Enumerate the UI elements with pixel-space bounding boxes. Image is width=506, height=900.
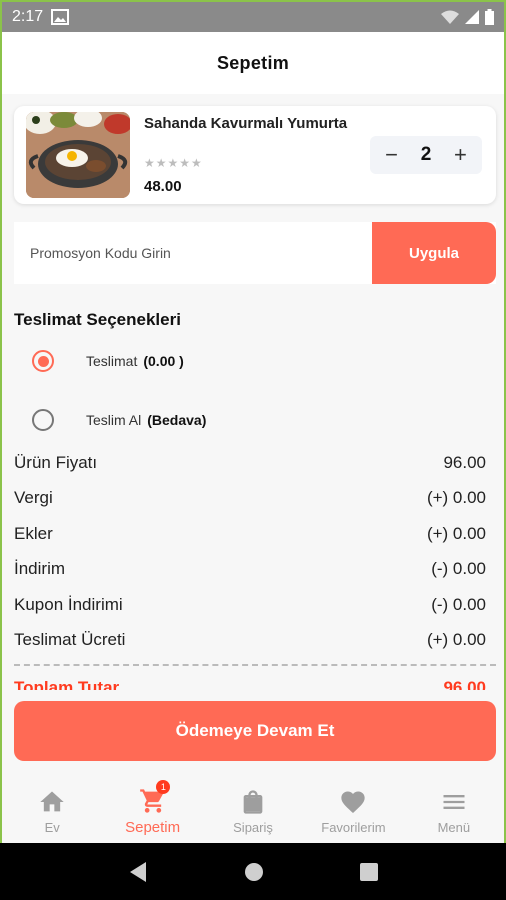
system-navigation-bar: [0, 843, 506, 900]
summary-label: Kupon İndirimi: [14, 595, 123, 614]
delivery-option-pickup[interactable]: Teslim Al (Bedava): [32, 409, 206, 431]
menu-icon: [443, 795, 465, 809]
radio-unselected-icon[interactable]: [32, 409, 54, 431]
summary-value: 96.00: [443, 453, 486, 472]
summary-row-tax: Vergi (+) 0.00: [14, 488, 486, 508]
summary-divider: [14, 664, 496, 666]
delivery-options-title: Teslimat Seçenekleri: [14, 310, 181, 329]
image-notification-icon: [51, 9, 70, 25]
checkout-button[interactable]: Ödemeye Devam Et: [14, 701, 496, 761]
promo-code-input[interactable]: [14, 222, 374, 284]
nav-label: Sipariş: [233, 820, 273, 835]
rating-stars: ★★★★★: [144, 156, 203, 170]
nav-item-cart[interactable]: 1 Sepetim: [102, 778, 202, 843]
nav-label: Menü: [437, 820, 471, 835]
wifi-icon: [441, 10, 459, 24]
quantity-stepper: − 2 +: [370, 136, 482, 174]
summary-value: (+) 0.00: [426, 630, 486, 649]
summary-row-delivery-fee: Teslimat Ücreti (+) 0.00: [14, 630, 486, 650]
delivery-option-detail: (Bedava): [147, 412, 207, 428]
summary-label: Vergi: [14, 488, 53, 507]
summary-value: (+) 0.00: [426, 524, 486, 543]
summary-row-product-price: Ürün Fiyatı 96.00: [14, 453, 486, 473]
total-row: Toplam Tutar 96.00: [14, 680, 486, 690]
nav-item-orders[interactable]: Sipariş: [203, 778, 303, 843]
bottom-navigation: Ev 1 Sepetim Sipariş Favorilerim Menü: [2, 778, 504, 843]
cart-badge: 1: [156, 780, 171, 794]
summary-row-discount: İndirim (-) 0.00: [14, 559, 486, 579]
total-value: 96.00: [443, 680, 486, 690]
heart-icon: [341, 791, 366, 813]
delivery-option-label: Teslim Al: [86, 412, 142, 428]
summary-row-coupon-discount: Kupon İndirimi (-) 0.00: [14, 595, 486, 615]
delivery-option-label: Teslimat: [86, 353, 138, 369]
nav-label: Favorilerim: [321, 820, 386, 835]
page-header: Sepetim: [2, 32, 504, 94]
radio-selected-icon[interactable]: [32, 350, 54, 372]
nav-item-favorites[interactable]: Favorilerim: [303, 778, 403, 843]
delivery-option-delivery[interactable]: Teslimat (0.00 ): [32, 350, 184, 372]
summary-label: Teslimat Ücreti: [14, 630, 126, 649]
page-title: Sepetim: [216, 52, 290, 73]
decrease-quantity-button[interactable]: −: [378, 142, 406, 168]
product-price: 48.00: [144, 178, 182, 195]
quantity-value: 2: [420, 144, 432, 165]
promo-code-row: Uygula: [14, 222, 496, 284]
nav-label: Sepetim: [125, 819, 181, 836]
home-icon: [40, 791, 64, 812]
delivery-option-detail: (0.00 ): [143, 353, 184, 369]
cart-item-card[interactable]: Sahanda Kavurmalı Yumurta ★★★★★ 48.00 − …: [14, 106, 496, 204]
increase-quantity-button[interactable]: +: [446, 142, 474, 168]
signal-icon: [465, 10, 479, 24]
product-name: Sahanda Kavurmalı Yumurta: [144, 115, 348, 132]
bag-icon: [243, 790, 263, 814]
battery-icon: [485, 9, 494, 25]
nav-item-menu[interactable]: Menü: [404, 778, 504, 843]
apply-promo-button[interactable]: Uygula: [372, 222, 496, 284]
summary-value: (+) 0.00: [426, 488, 486, 507]
back-icon[interactable]: [128, 861, 148, 883]
summary-label: Ürün Fiyatı: [14, 453, 98, 472]
summary-value: (-) 0.00: [431, 559, 486, 578]
status-time: 2:17: [12, 8, 44, 25]
total-label: Toplam Tutar: [14, 680, 120, 690]
summary-label: Ekler: [14, 524, 53, 543]
summary-value: (-) 0.00: [431, 595, 486, 614]
product-image: [26, 112, 130, 198]
summary-label: İndirim: [14, 559, 66, 578]
nav-item-home[interactable]: Ev: [2, 778, 102, 843]
summary-row-extras: Ekler (+) 0.00: [14, 524, 486, 544]
recents-icon[interactable]: [360, 862, 378, 881]
nav-label: Ev: [44, 820, 60, 835]
home-button-icon[interactable]: [244, 862, 264, 882]
status-bar: 2:17: [2, 2, 504, 32]
app-window: 2:17 Sepetim Sahanda Kavurmalı Yumurta ★…: [0, 0, 506, 843]
